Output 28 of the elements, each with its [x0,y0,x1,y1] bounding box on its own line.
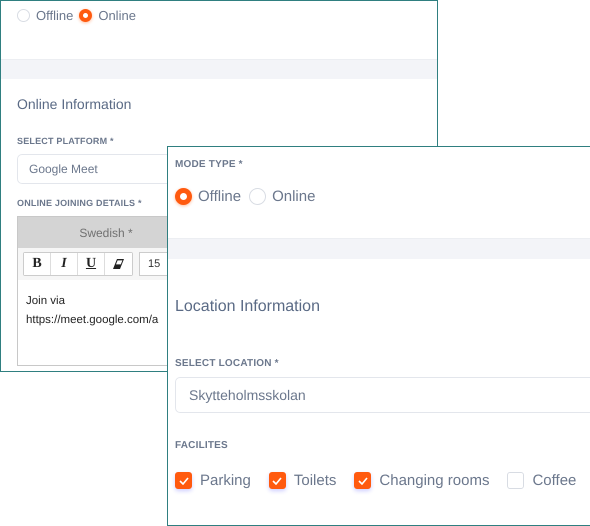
location-select[interactable]: Skytteholmsskolan [175,377,590,413]
radio-label: Online [272,188,316,205]
radio-label: Online [98,8,136,23]
checkbox-label: Changing rooms [379,472,490,489]
checkbox-label: Coffee [532,472,576,489]
radio-button[interactable] [175,188,192,205]
checkbox[interactable] [354,472,372,489]
eraser-icon [113,259,124,269]
field-label: FACILITES [175,440,229,451]
field-label: SELECT PLATFORM * [17,136,115,146]
check-icon [272,476,282,484]
checkbox[interactable] [175,472,192,489]
editor-text-line: Join via [26,294,65,309]
check-icon [358,476,368,484]
checkbox[interactable] [268,472,286,489]
checkbox-label: Toilets [294,472,336,489]
field-label: SELECT LOCATION * [175,358,280,369]
bold-button[interactable]: B [24,253,51,275]
checkbox-label: Parking [200,472,251,489]
section-title: Online Information [17,96,132,112]
field-label: ONLINE JOINING DETAILS * [17,198,143,208]
radio-button[interactable] [79,9,92,22]
field-label: MODE TYPE * [175,159,244,170]
check-icon [178,476,188,484]
radio-label: Offline [198,188,242,205]
editor-text-line: https://meet.google.com/a [26,313,158,328]
section-title: Location Information [175,298,321,316]
radio-label: Offline [36,8,74,23]
